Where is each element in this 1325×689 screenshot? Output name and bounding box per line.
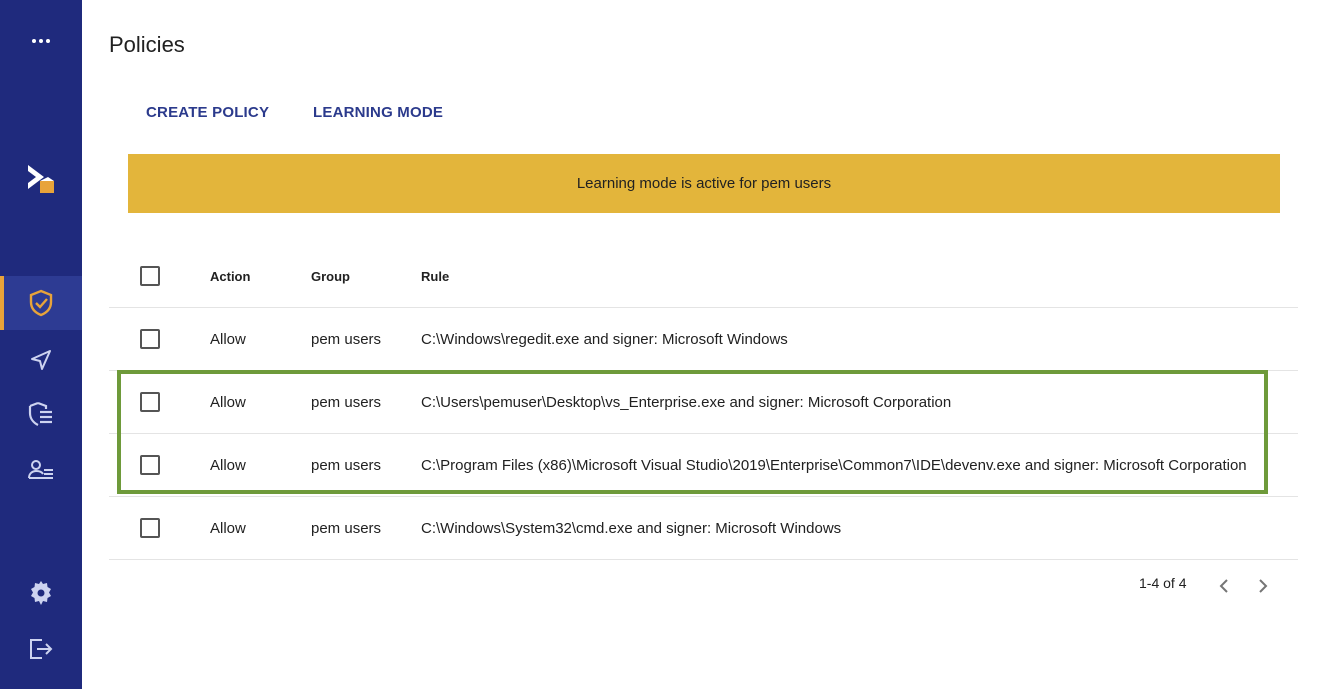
nav-policies[interactable]: [0, 276, 82, 330]
row-checkbox[interactable]: [140, 455, 160, 475]
more-horizontal-icon: [31, 38, 51, 44]
logout-icon: [28, 637, 54, 661]
select-all-checkbox[interactable]: [140, 266, 160, 286]
nav-send[interactable]: [0, 333, 82, 387]
nav-settings[interactable]: [0, 566, 82, 620]
learning-mode-button[interactable]: LEARNING MODE: [313, 104, 443, 121]
table-row[interactable]: Allow pem users C:\Windows\regedit.exe a…: [109, 308, 1298, 371]
row-group: pem users: [311, 393, 382, 411]
table-row[interactable]: Allow pem users C:\Program Files (x86)\M…: [109, 434, 1298, 497]
policies-table: Action Group Rule Allow pem users C:\Win…: [109, 245, 1298, 560]
table-header: Action Group Rule: [109, 245, 1298, 308]
send-icon: [29, 348, 53, 372]
sidebar: [0, 0, 82, 689]
shield-list-icon: [27, 400, 55, 428]
header-rule[interactable]: Rule: [421, 245, 449, 307]
logo-icon: [28, 165, 54, 193]
row-rule: C:\Users\pemuser\Desktop\vs_Enterprise.e…: [421, 393, 952, 411]
pagination-range: 1-4 of 4: [1139, 575, 1187, 591]
row-group: pem users: [311, 330, 382, 348]
next-page-button[interactable]: [1253, 578, 1273, 598]
chevron-left-icon: [1219, 578, 1229, 599]
shield-check-icon: [28, 289, 54, 317]
row-rule: C:\Windows\System32\cmd.exe and signer: …: [421, 519, 842, 537]
row-action: Allow: [210, 456, 246, 474]
banner-text: Learning mode is active for pem users: [576, 175, 832, 192]
header-action[interactable]: Action: [210, 245, 250, 307]
learning-mode-banner: Learning mode is active for pem users: [128, 154, 1280, 213]
table-row[interactable]: Allow pem users C:\Users\pemuser\Desktop…: [109, 371, 1298, 434]
row-action: Allow: [210, 519, 246, 537]
row-rule: C:\Windows\regedit.exe and signer: Micro…: [421, 330, 788, 348]
more-button[interactable]: [0, 14, 82, 68]
create-policy-button[interactable]: CREATE POLICY: [146, 104, 269, 121]
chevron-right-icon: [1258, 578, 1268, 599]
nav-logout[interactable]: [0, 622, 82, 676]
row-group: pem users: [311, 456, 382, 474]
row-checkbox[interactable]: [140, 518, 160, 538]
user-list-icon: [27, 458, 55, 482]
page-title: Policies: [109, 32, 185, 57]
row-action: Allow: [210, 393, 246, 411]
row-rule: C:\Program Files (x86)\Microsoft Visual …: [421, 456, 1247, 474]
row-checkbox[interactable]: [140, 392, 160, 412]
brand-logo: [0, 152, 82, 206]
table-row[interactable]: Allow pem users C:\Windows\System32\cmd.…: [109, 497, 1298, 560]
nav-policy-list[interactable]: [0, 387, 82, 441]
header-group[interactable]: Group: [311, 245, 350, 307]
main-content: Policies CREATE POLICY LEARNING MODE Lea…: [82, 0, 1325, 689]
row-action: Allow: [210, 330, 246, 348]
gear-icon: [28, 580, 54, 606]
previous-page-button[interactable]: [1214, 578, 1234, 598]
row-checkbox[interactable]: [140, 329, 160, 349]
nav-users[interactable]: [0, 443, 82, 497]
row-group: pem users: [311, 519, 382, 537]
